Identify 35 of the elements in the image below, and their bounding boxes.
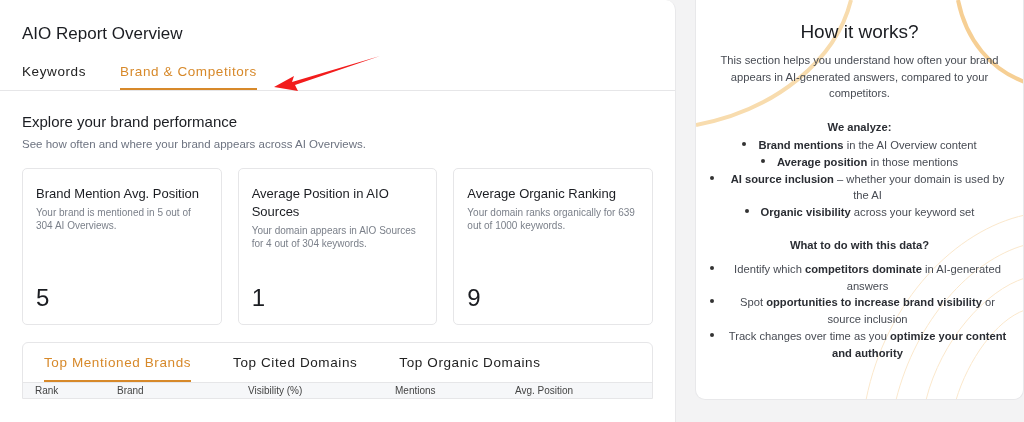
list-item: Average position in those mentions xyxy=(776,154,959,170)
bullet-icon xyxy=(710,265,714,270)
bullet-icon xyxy=(742,142,747,146)
section-heading: Explore your brand performance xyxy=(22,113,239,130)
column-header: Brand xyxy=(117,385,145,396)
metric-value: 9 xyxy=(467,284,482,312)
list-item: Organic visibility across your keyword set xyxy=(760,205,975,221)
list-heading: We analyze: xyxy=(826,120,893,136)
list-item: Track changes over time as you optimize your content and authority xyxy=(727,328,1008,361)
metric-value: 5 xyxy=(36,284,51,312)
card-title: Average Position in AIO Sources xyxy=(251,185,390,221)
page-title: AIO Report Overview xyxy=(21,23,184,44)
bullet-icon xyxy=(744,209,749,214)
tab[interactable]: Keywords xyxy=(22,64,87,90)
list-item: Brand mentions in the AI Overview content xyxy=(758,138,977,153)
metric-value: 1 xyxy=(251,284,267,312)
column-header: Mentions xyxy=(395,385,437,396)
card-title: Average Organic Ranking xyxy=(467,185,617,203)
bullet-icon xyxy=(760,158,765,163)
bullet-icon xyxy=(710,332,714,337)
section-subtitle: See how often and where your brand appears across AI Overviews. xyxy=(22,138,367,150)
column-header: Avg. Position xyxy=(515,385,575,396)
card-description: Your brand is mentioned in 5 out of 304 AI Overviews. xyxy=(36,206,192,232)
tab[interactable]: Top Organic Domains xyxy=(399,355,541,382)
card-description: Your domain appears in AIO Sources for 4 out of 304 keywords. xyxy=(251,224,417,250)
panel-title: How it works? xyxy=(799,24,920,41)
list-item: Spot opportunities to increase brand visibility or source inclusion xyxy=(739,295,996,328)
column-header: Rank xyxy=(35,385,60,396)
card-description: Your domain ranks organically for 639 out of 1000 keywords. xyxy=(467,206,636,232)
column-header: Visibility (%) xyxy=(248,385,304,396)
bullet-icon xyxy=(710,299,714,304)
bullet-icon xyxy=(710,175,714,180)
card-title: Brand Mention Avg. Position xyxy=(36,185,201,203)
list-heading: What to do with this data? xyxy=(788,237,931,253)
tab[interactable]: Top Cited Domains xyxy=(233,355,358,382)
